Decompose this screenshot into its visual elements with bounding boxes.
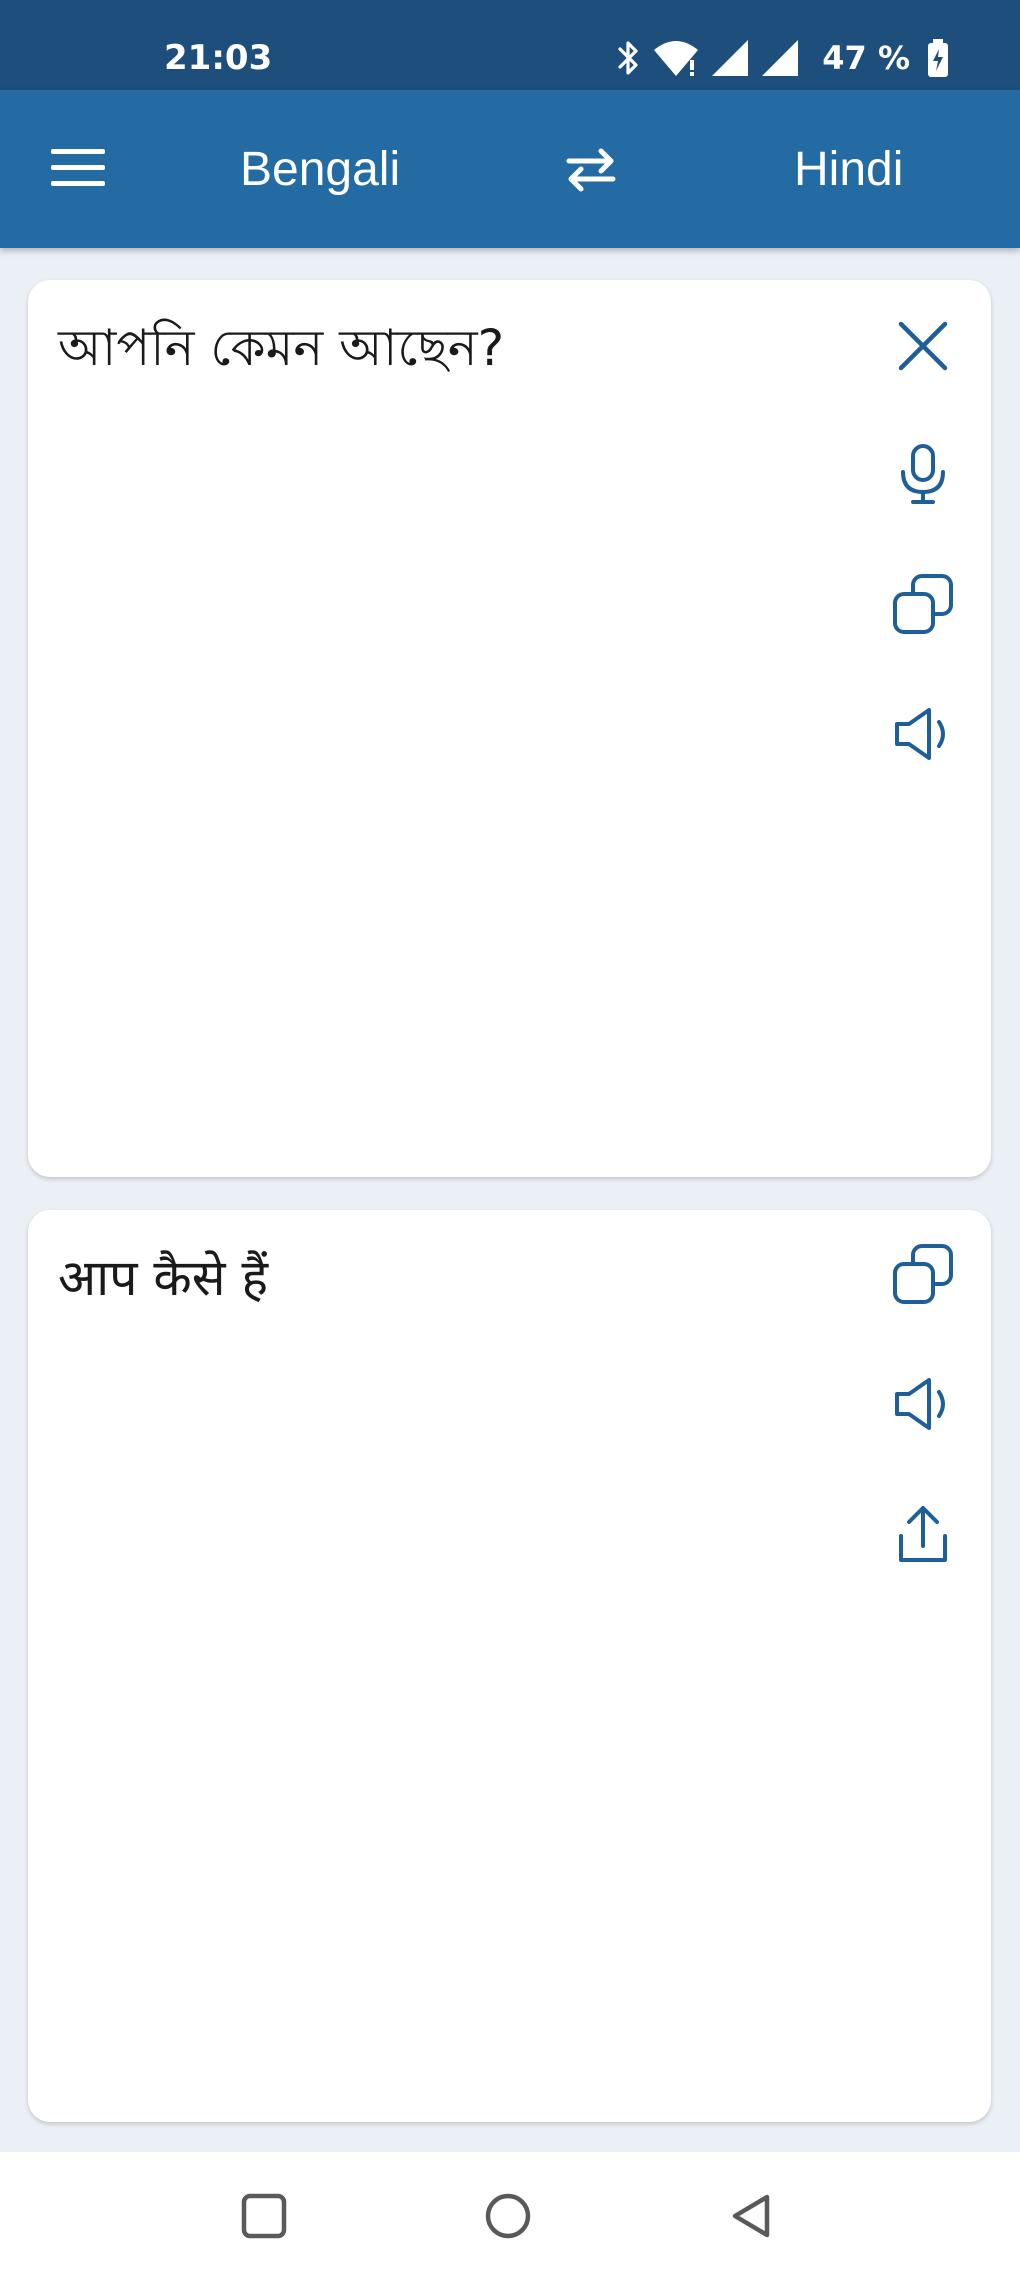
back-triangle-icon [732,2194,770,2238]
source-text-input[interactable]: আপনি কেমন আছেন? [58,318,848,378]
swap-arrows-icon [566,148,616,192]
back-button[interactable] [714,2178,790,2254]
share-translation-button[interactable] [883,1494,963,1574]
battery-percent: 47 % [822,39,910,77]
status-bar: 21:03 47 % [0,0,1020,90]
translated-text: आप कैसे हैं [58,1249,269,1307]
bluetooth-icon [618,41,638,75]
close-icon [898,321,948,371]
swap-languages-button[interactable] [556,140,626,200]
speaker-icon [895,1378,945,1430]
copy-icon [893,1244,953,1304]
battery-charging-icon [928,39,948,77]
wifi-icon [654,41,699,76]
speak-source-button[interactable] [883,694,963,774]
copy-source-button[interactable] [883,564,963,644]
microphone-icon [901,444,945,504]
target-language-selector[interactable]: Hindi [794,142,903,197]
share-icon [899,1506,947,1562]
home-circle-icon [485,2193,531,2239]
status-icons: 47 % [616,36,950,80]
speaker-icon [895,708,945,760]
home-button[interactable] [470,2178,546,2254]
navigation-bar [0,2152,1020,2279]
clear-button[interactable] [883,306,963,386]
status-time: 21:03 [164,38,273,78]
source-text-card: আপনি কেমন আছেন? [28,280,991,1177]
voice-input-button[interactable] [883,434,963,514]
recents-square-icon [241,2193,287,2239]
copy-icon [893,574,953,634]
hamburger-menu-icon [51,149,105,186]
copy-translation-button[interactable] [883,1234,963,1314]
signal-icon [712,40,749,76]
app-bar: Bengali Hindi [0,90,1020,248]
menu-button[interactable] [44,136,112,200]
translation-card: आप कैसे हैं [28,1210,991,2122]
speak-translation-button[interactable] [883,1364,963,1444]
recents-button[interactable] [226,2178,302,2254]
signal-icon [762,40,799,76]
source-language-selector[interactable]: Bengali [240,142,400,197]
